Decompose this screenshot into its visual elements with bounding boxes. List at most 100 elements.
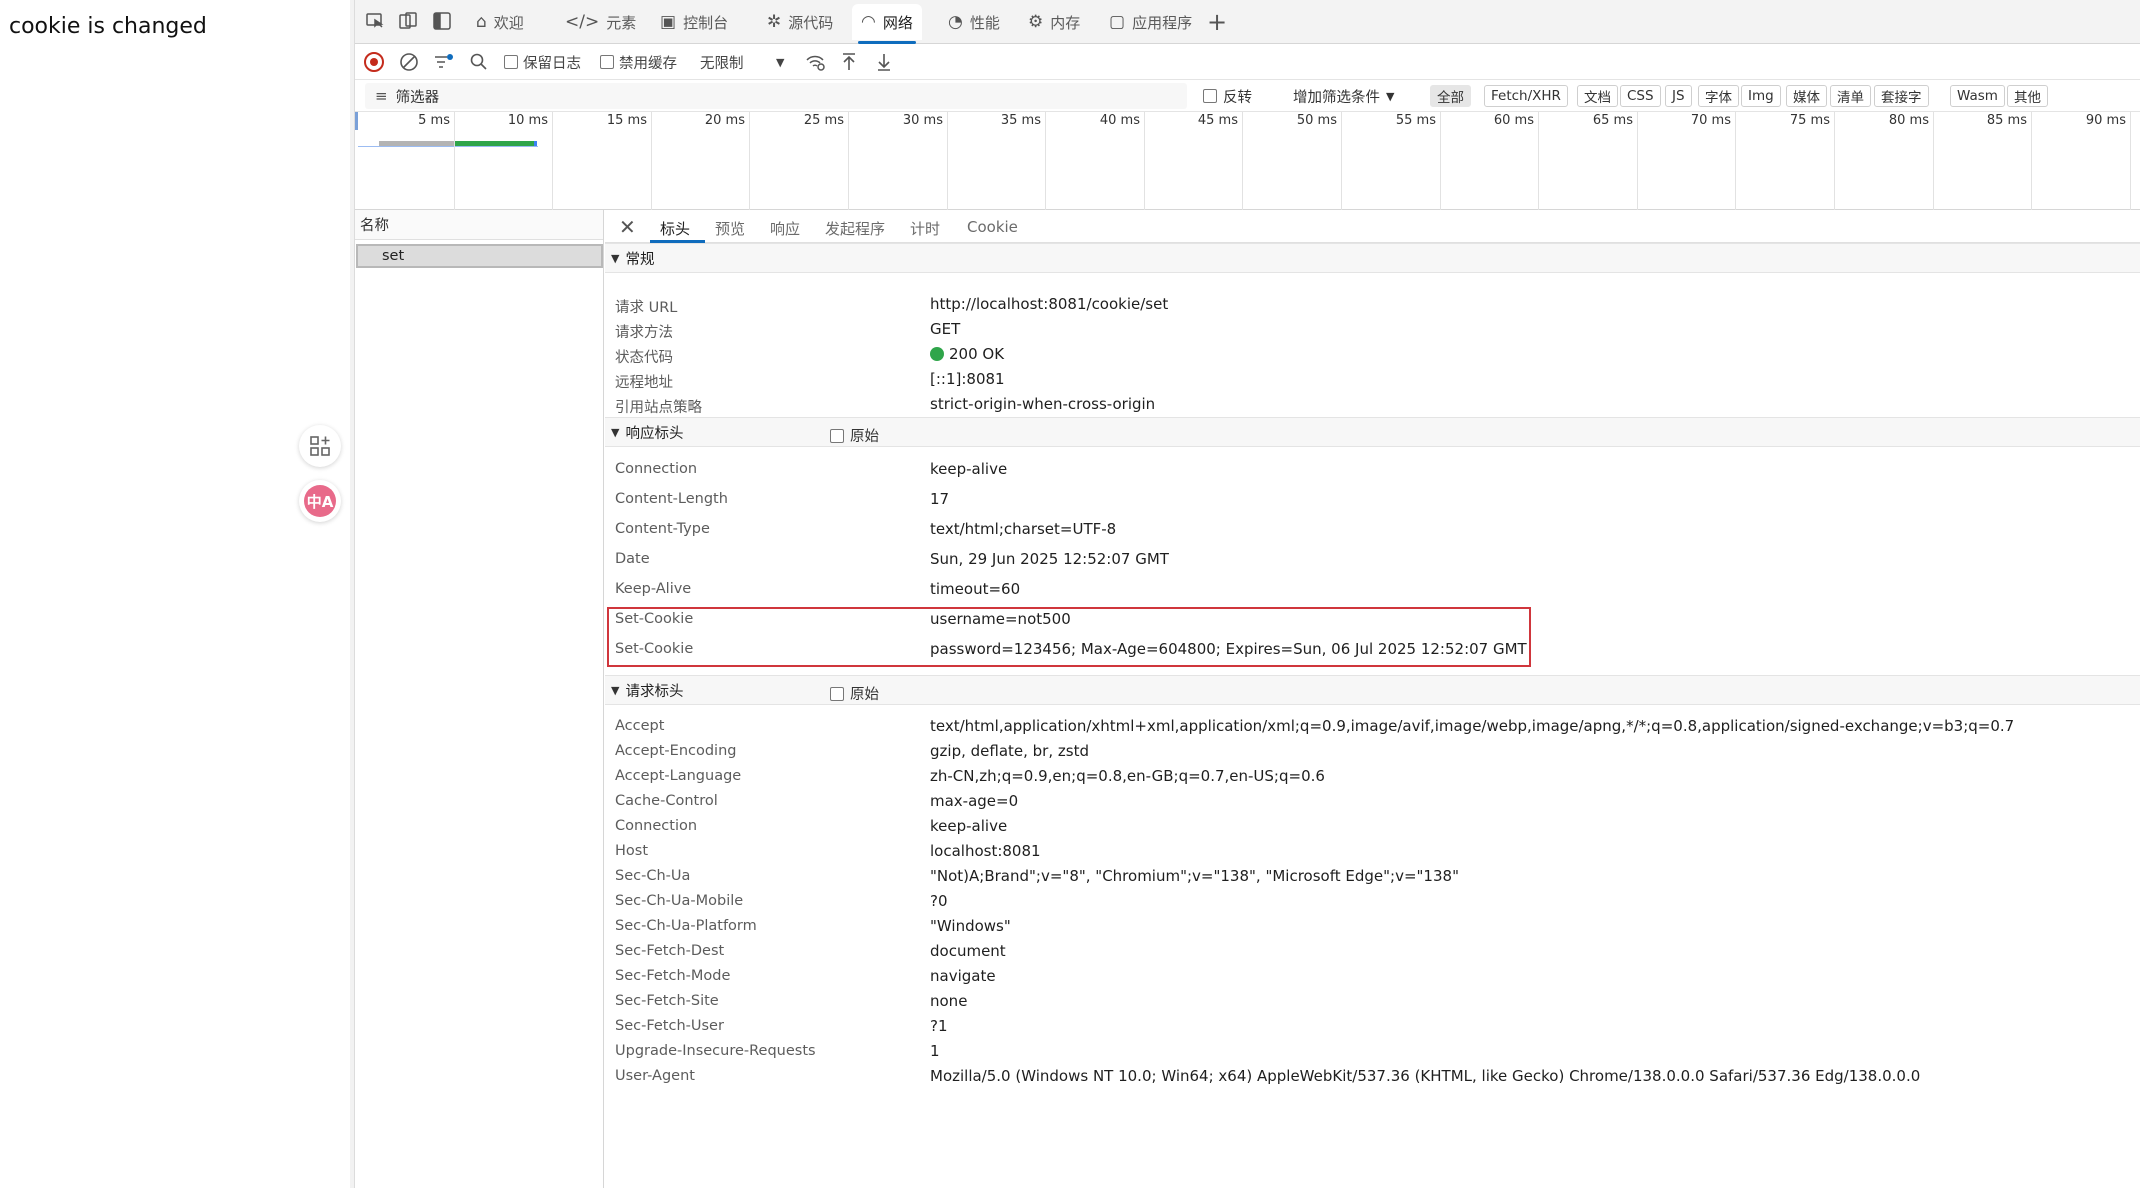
header-value[interactable]: keep-alive xyxy=(930,460,1007,478)
header-value[interactable]: navigate xyxy=(930,967,996,985)
header-name: Set-Cookie xyxy=(615,611,694,627)
tab-console[interactable]: ▣ 控制台 xyxy=(651,4,737,40)
search-button[interactable] xyxy=(469,50,489,74)
device-emulation-icon[interactable] xyxy=(397,10,419,32)
filter-chip-ws[interactable]: 套接字 xyxy=(1874,85,1929,107)
header-value[interactable]: username=not500 xyxy=(930,610,1071,628)
bug-icon: ✲ xyxy=(767,12,782,32)
tab-timing[interactable]: 计时 xyxy=(910,218,940,239)
header-value[interactable]: strict-origin-when-cross-origin xyxy=(930,395,1155,413)
tab-cookies[interactable]: Cookie xyxy=(967,218,1018,236)
header-value[interactable]: 17 xyxy=(930,490,949,508)
header-value[interactable]: keep-alive xyxy=(930,817,1007,835)
header-value[interactable]: "Windows" xyxy=(930,917,1011,935)
tab-performance[interactable]: ◔ 性能 xyxy=(939,4,1009,40)
tab-elements[interactable]: </> 元素 xyxy=(556,4,645,40)
tab-welcome[interactable]: ⌂ 欢迎 xyxy=(467,4,533,40)
filter-chip-fetch-xhr[interactable]: Fetch/XHR xyxy=(1484,85,1568,107)
tab-label: 欢迎 xyxy=(493,13,524,32)
timeline-tick-label: 5 ms xyxy=(418,113,450,128)
header-value[interactable]: zh-CN,zh;q=0.9,en;q=0.8,en-GB;q=0.7,en-U… xyxy=(930,767,1325,785)
request-header-row: Upgrade-Insecure-Requests 1 xyxy=(605,1040,2140,1064)
request-header-row: Accept-Encoding gzip, deflate, br, zstd xyxy=(605,740,2140,764)
preserve-log-checkbox[interactable]: 保留日志 xyxy=(504,50,581,74)
section-general[interactable]: ▼ 常规 xyxy=(605,243,2140,273)
header-value[interactable]: 200 OK xyxy=(949,345,1004,363)
tab-initiator[interactable]: 发起程序 xyxy=(825,218,885,239)
header-value[interactable]: 1 xyxy=(930,1042,940,1060)
header-value[interactable]: "Not)A;Brand";v="8", "Chromium";v="138",… xyxy=(930,867,1459,885)
filter-chip-css[interactable]: CSS xyxy=(1620,85,1661,107)
timeline-tick-label: 65 ms xyxy=(1592,113,1633,128)
header-value[interactable]: http://localhost:8081/cookie/set xyxy=(930,295,1168,313)
tab-network[interactable]: ◠ 网络 xyxy=(852,4,922,44)
filter-chip-font[interactable]: 字体 xyxy=(1698,85,1739,107)
header-value[interactable]: localhost:8081 xyxy=(930,842,1041,860)
tab-label: 应用程序 xyxy=(1132,13,1193,32)
filter-chip-wasm[interactable]: Wasm xyxy=(1950,85,2005,107)
clear-button[interactable] xyxy=(399,50,419,74)
response-header-row: Content-Type text/html;charset=UTF-8 xyxy=(605,518,2140,542)
filter-chip-manifest[interactable]: 清单 xyxy=(1830,85,1871,107)
expand-triangle-icon: ▼ xyxy=(611,683,620,697)
filter-chip-doc[interactable]: 文档 xyxy=(1577,85,1618,107)
header-value[interactable]: Mozilla/5.0 (Windows NT 10.0; Win64; x64… xyxy=(930,1067,1920,1085)
more-filters-dropdown[interactable]: 增加筛选条件 ▼ xyxy=(1293,85,1394,107)
throttling-dropdown[interactable]: ▼ xyxy=(776,50,784,74)
request-header-row: Accept-Language zh-CN,zh;q=0.9,en;q=0.8,e… xyxy=(605,765,2140,789)
tab-memory[interactable]: ⚙ 内存 xyxy=(1019,4,1089,40)
header-value[interactable]: text/html;charset=UTF-8 xyxy=(930,520,1116,538)
section-response-headers[interactable]: ▼ 响应标头 原始 xyxy=(605,417,2140,447)
header-value[interactable]: text/html,application/xhtml+xml,applicat… xyxy=(930,717,2014,735)
throttling-select[interactable]: 无限制 xyxy=(700,50,744,74)
header-value[interactable]: timeout=60 xyxy=(930,580,1020,598)
filter-chip-img[interactable]: Img xyxy=(1741,85,1781,107)
network-conditions-button[interactable] xyxy=(805,50,827,74)
header-value[interactable]: none xyxy=(930,992,967,1010)
more-tools-plus-icon[interactable]: + xyxy=(1207,8,1227,36)
invert-checkbox[interactable]: 反转 xyxy=(1203,85,1252,107)
filter-toggle-button[interactable] xyxy=(433,50,455,74)
tab-application[interactable]: ▢ 应用程序 xyxy=(1100,4,1201,40)
network-overview-timeline[interactable]: 5 ms 10 ms 15 ms 20 ms 25 ms 30 ms 35 ms 40 ms 4… xyxy=(355,112,2140,210)
translate-button[interactable]: 中A xyxy=(299,480,341,522)
response-header-row: Set-Cookie username=not500 xyxy=(605,608,2140,632)
filter-chip-media[interactable]: 媒体 xyxy=(1786,85,1827,107)
tab-headers[interactable]: 标头 xyxy=(660,218,690,239)
raw-checkbox[interactable]: 原始 xyxy=(830,683,879,704)
import-har-button[interactable] xyxy=(840,50,858,74)
header-value[interactable]: Sun, 29 Jun 2025 12:52:07 GMT xyxy=(930,550,1169,568)
export-har-button[interactable] xyxy=(875,50,893,74)
inspect-element-icon[interactable] xyxy=(364,10,386,32)
raw-checkbox[interactable]: 原始 xyxy=(830,425,879,446)
overview-left-handle[interactable] xyxy=(355,112,358,130)
header-value[interactable]: max-age=0 xyxy=(930,792,1018,810)
filter-input[interactable]: ≡ 筛选器 xyxy=(365,83,1187,109)
tab-label: 控制台 xyxy=(683,13,729,32)
tab-preview[interactable]: 预览 xyxy=(715,218,745,239)
header-value[interactable]: gzip, deflate, br, zstd xyxy=(930,742,1089,760)
section-request-headers[interactable]: ▼ 请求标头 原始 xyxy=(605,675,2140,705)
filter-placeholder: 筛选器 xyxy=(395,89,440,106)
filter-chip-js[interactable]: JS xyxy=(1665,85,1692,107)
request-row-set[interactable]: set xyxy=(356,244,603,268)
header-value[interactable]: ?0 xyxy=(930,892,948,910)
header-value[interactable]: ?1 xyxy=(930,1017,948,1035)
header-value[interactable]: GET xyxy=(930,320,960,338)
record-button[interactable] xyxy=(364,50,384,74)
filter-chip-all[interactable]: 全部 xyxy=(1430,85,1471,107)
filter-chip-other[interactable]: 其他 xyxy=(2007,85,2048,107)
header-value[interactable]: [::1]:8081 xyxy=(930,370,1005,388)
header-value[interactable]: password=123456; Max-Age=604800; Expires… xyxy=(930,640,1527,658)
column-header-name[interactable]: 名称 xyxy=(355,210,603,240)
add-apps-button[interactable] xyxy=(299,425,341,467)
header-name: Sec-Fetch-Dest xyxy=(615,943,725,959)
tab-response[interactable]: 响应 xyxy=(770,218,800,239)
header-value[interactable]: document xyxy=(930,942,1006,960)
dock-side-icon[interactable] xyxy=(431,10,453,32)
disable-cache-checkbox[interactable]: 禁用缓存 xyxy=(600,50,677,74)
general-row: 远程地址 [::1]:8081 xyxy=(605,368,2140,392)
timeline-tick-label: 20 ms xyxy=(704,113,745,128)
tab-sources[interactable]: ✲ 源代码 xyxy=(758,4,842,40)
close-icon[interactable]: ✕ xyxy=(619,215,636,239)
